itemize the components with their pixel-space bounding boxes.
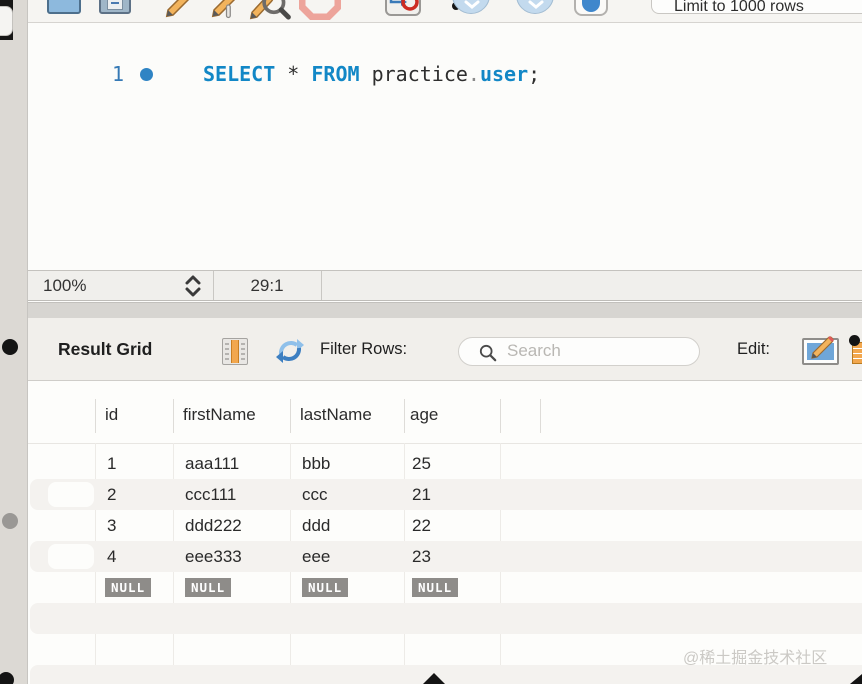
sql-token: FROM	[311, 62, 359, 86]
cell-id[interactable]: 3	[107, 510, 116, 541]
column-header-id[interactable]: id	[105, 405, 118, 425]
edge-dot-gray-icon	[2, 513, 18, 529]
sql-token: user	[480, 62, 528, 86]
cell-firstname[interactable]: aaa111	[185, 448, 239, 479]
sql-editor[interactable]: 1 SELECT * FROM practice.user;	[28, 23, 862, 270]
refresh-icon[interactable]	[274, 337, 306, 365]
cell-firstname[interactable]: ddd222	[185, 510, 242, 541]
table-row-empty[interactable]	[30, 603, 862, 634]
null-insert-row[interactable]: NULL NULL NULL NULL	[30, 572, 862, 603]
stop-execution-icon[interactable]	[299, 0, 341, 20]
explain-pencil-magnifier-icon[interactable]	[247, 0, 291, 22]
cell-id[interactable]: 2	[107, 479, 116, 510]
sql-token: .	[468, 62, 480, 86]
save-script-icon[interactable]	[99, 0, 131, 14]
commit-toggle-icon[interactable]	[574, 0, 608, 16]
prev-nav-icon[interactable]	[452, 0, 490, 14]
cell-firstname[interactable]: eee333	[185, 541, 242, 572]
cell-age[interactable]: 25	[412, 448, 431, 479]
divider	[321, 271, 322, 300]
table-row[interactable]: 3 ddd222 ddd 22	[30, 510, 862, 541]
column-header-firstname[interactable]: firstName	[183, 405, 256, 425]
cell-firstname[interactable]: ccc111	[185, 479, 236, 510]
cell-lastname[interactable]: ddd	[302, 510, 330, 541]
cell-age[interactable]: 23	[412, 541, 431, 572]
mysql-workbench-window: Limit to 1000 rows 1 SELECT * FROM pract…	[0, 0, 862, 684]
cell-lastname[interactable]: eee	[302, 541, 330, 572]
result-grid: id firstName lastName age 1 aaa111 bbb 2…	[28, 381, 862, 684]
null-badge[interactable]: NULL	[185, 578, 231, 597]
edit-label: Edit:	[737, 340, 770, 359]
row-selector[interactable]	[48, 482, 94, 507]
limit-rows-dropdown[interactable]: Limit to 1000 rows	[651, 0, 862, 14]
null-badge[interactable]: NULL	[302, 578, 348, 597]
sql-statement[interactable]: SELECT * FROM practice.user;	[203, 59, 540, 89]
filter-rows-label: Filter Rows:	[320, 340, 407, 359]
sql-token: ;	[528, 62, 540, 86]
null-badge[interactable]: NULL	[412, 578, 458, 597]
filter-search-box[interactable]	[458, 337, 700, 366]
null-badge[interactable]: NULL	[105, 578, 151, 597]
result-grid-title: Result Grid	[58, 339, 152, 360]
grid-view-icon[interactable]	[222, 338, 248, 365]
limit-rows-value: Limit to 1000 rows	[674, 0, 804, 16]
pencil-icon	[806, 330, 838, 362]
cell-age[interactable]: 22	[412, 510, 431, 541]
cell-lastname[interactable]: bbb	[302, 448, 330, 479]
sql-token: practice	[360, 62, 468, 86]
cell-id[interactable]: 1	[107, 448, 116, 479]
execute-pencil-icon[interactable]	[163, 0, 193, 20]
zoom-stepper[interactable]	[181, 274, 205, 298]
edit-record-icon[interactable]	[802, 338, 839, 365]
next-nav-icon[interactable]	[516, 0, 554, 14]
query-toolbar: Limit to 1000 rows	[28, 0, 862, 23]
table-row[interactable]: 2 ccc111 ccc 21	[30, 479, 862, 510]
statement-marker-icon	[140, 68, 153, 81]
sql-token: SELECT	[203, 62, 275, 86]
cursor-position: 29:1	[213, 276, 321, 296]
insert-row-icon[interactable]	[849, 335, 862, 365]
column-header-age[interactable]: age	[410, 405, 438, 425]
sql-line-1: 1 SELECT * FROM practice.user;	[28, 59, 862, 89]
result-grid-toolbar: Result Grid Filter Rows: Edit:	[28, 318, 862, 381]
cell-id[interactable]: 4	[107, 541, 116, 572]
search-icon	[479, 344, 497, 362]
open-script-icon[interactable]	[47, 0, 81, 14]
sql-token: *	[275, 62, 311, 86]
table-row[interactable]: 4 eee333 eee 23	[30, 541, 862, 572]
editor-status-bar: 100% 29:1	[28, 270, 862, 301]
panel-splitter[interactable]	[28, 302, 862, 318]
edge-dot-icon	[2, 339, 18, 355]
row-selector[interactable]	[48, 544, 94, 569]
zoom-level: 100%	[43, 276, 86, 296]
edge-dot-bottom-icon	[0, 672, 14, 684]
execute-current-pencil-icon[interactable]	[209, 0, 239, 20]
search-input[interactable]	[507, 341, 687, 361]
line-number: 1	[112, 59, 124, 89]
table-row[interactable]: 1 aaa111 bbb 25	[30, 448, 862, 479]
cell-age[interactable]: 21	[412, 479, 431, 510]
cell-lastname[interactable]: ccc	[302, 479, 328, 510]
continue-on-error-icon[interactable]	[385, 0, 421, 16]
watermark: @稀土掘金技术社区	[683, 644, 827, 668]
column-header-lastname[interactable]: lastName	[300, 405, 372, 425]
scroll-tab	[0, 6, 13, 36]
